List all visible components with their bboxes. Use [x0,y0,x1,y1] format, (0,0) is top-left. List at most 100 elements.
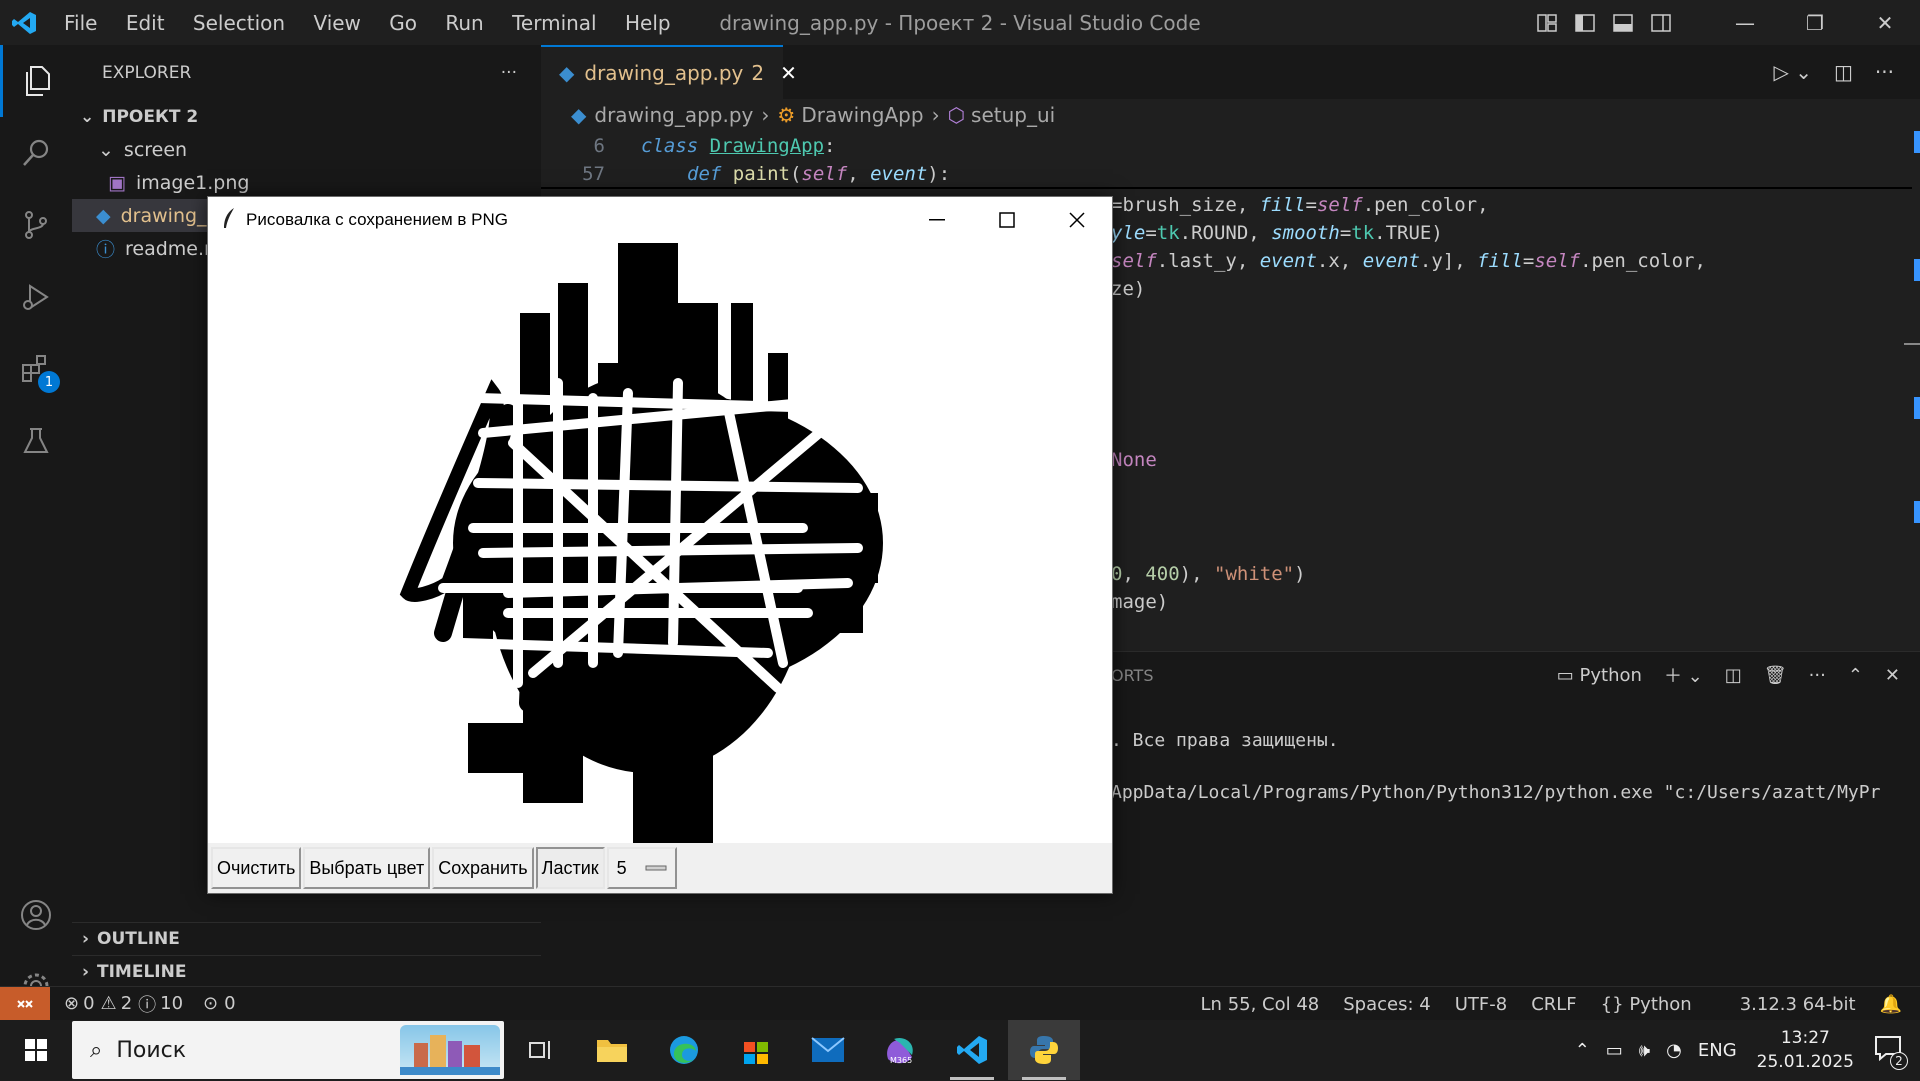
customize-layout-icon[interactable] [1528,0,1566,45]
sticky-line-def: def paint(self, event): [687,163,951,185]
close-tab-icon[interactable]: ✕ [780,61,797,85]
microsoft-store-icon[interactable] [720,1020,792,1080]
chevron-down-icon: ⌄ [80,106,95,127]
wifi-icon[interactable]: ◔ [1666,1040,1682,1061]
breadcrumb-file[interactable]: drawing_app.py [594,103,753,127]
brush-size-menu[interactable]: 5 [606,847,677,889]
minimize-icon[interactable]: — [1710,0,1780,45]
taskbar-search[interactable]: ⌕ Поиск [72,1021,504,1079]
edge-icon[interactable] [648,1020,720,1080]
m365-copilot-icon[interactable]: M365 [864,1020,936,1080]
search-icon[interactable] [0,117,72,189]
tk-close-icon[interactable] [1042,197,1112,243]
indentation[interactable]: Spaces: 4 [1343,994,1430,1015]
problem-count: 2 [751,61,765,85]
clock[interactable]: 13:27 25.01.2025 [1757,1026,1854,1074]
tab-drawing-app[interactable]: ◆ drawing_app.py 2 ✕ [541,45,797,99]
split-editor-icon[interactable]: ◫ [1834,60,1853,84]
breadcrumb-class[interactable]: DrawingApp [801,103,923,127]
choose-color-button[interactable]: Выбрать цвет [303,847,431,889]
breadcrumb-method[interactable]: setup_ui [971,103,1055,127]
accounts-icon[interactable] [0,879,72,951]
scrollbar[interactable] [1904,131,1920,651]
timeline-section[interactable]: › TIMELINE [72,955,541,988]
terminal-line: AppData/Local/Programs/Python/Python312/… [1111,782,1881,803]
menu-view[interactable]: View [313,11,360,35]
python-interpreter[interactable]: 3.12.3 64-bit [1740,994,1856,1015]
close-icon[interactable]: ✕ [1850,0,1920,45]
menu-go[interactable]: Go [389,11,417,35]
run-debug-icon[interactable] [0,261,72,333]
menu-file[interactable]: File [64,11,97,35]
testing-icon[interactable] [0,405,72,477]
more-actions-icon[interactable]: ··· [1875,60,1894,84]
class-icon: ⚙ [777,103,796,127]
image-file-icon: ▣ [108,171,126,194]
encoding[interactable]: UTF-8 [1455,994,1507,1015]
mail-icon[interactable] [792,1020,864,1080]
feather-icon [222,207,236,234]
input-language[interactable]: ENG [1698,1040,1737,1061]
toggle-primary-sidebar-icon[interactable] [1566,0,1604,45]
toggle-secondary-sidebar-icon[interactable] [1642,0,1680,45]
eraser-button[interactable]: Ластик [535,847,605,889]
show-hidden-icons[interactable]: ⌃ [1575,1040,1590,1061]
notification-count: 2 [1890,1051,1908,1070]
menu-edit[interactable]: Edit [126,11,165,35]
menu-selection[interactable]: Selection [193,11,285,35]
source-control-icon[interactable] [0,189,72,261]
python-file-icon: ◆ [571,103,587,127]
method-icon: ⬡ [947,103,966,127]
outline-section[interactable]: › OUTLINE [72,922,541,955]
battery-icon[interactable]: ▭ [1606,1040,1623,1061]
vscode-logo-icon [0,0,48,45]
save-button[interactable]: Сохранить [432,847,534,889]
drawing-app-titlebar[interactable]: Рисовалка с сохранением в PNG [208,197,1112,243]
start-windows-icon[interactable] [0,1020,72,1080]
file-explorer-icon[interactable] [576,1020,648,1080]
python-file-icon: ◆ [96,204,111,227]
extensions-icon[interactable]: 1 [0,333,72,405]
line-ending[interactable]: CRLF [1531,994,1576,1015]
tk-maximize-icon[interactable] [972,197,1042,243]
remote-icon[interactable] [0,986,50,1021]
cursor-position[interactable]: Ln 55, Col 48 [1201,994,1320,1015]
tab-ports[interactable]: ORTS [1111,666,1153,685]
chevron-right-icon: › [761,103,770,127]
explorer-title: EXPLORER [102,62,192,83]
file-image1[interactable]: ▣ image1.png [72,166,541,199]
folder-screen[interactable]: ⌄ screen [72,133,541,166]
project-folder[interactable]: ⌄ ПРОЕКТ 2 [72,100,541,133]
menu-terminal[interactable]: Terminal [512,11,597,35]
vscode-taskbar-icon[interactable] [936,1020,1008,1080]
restore-icon[interactable]: ❐ [1780,0,1850,45]
extensions-badge: 1 [38,371,60,393]
new-terminal-icon[interactable]: ＋ ⌄ [1664,662,1703,688]
more-actions-icon[interactable]: ··· [501,63,517,83]
volume-icon[interactable]: 🕪 [1639,1040,1650,1061]
explorer-icon[interactable] [0,45,72,117]
problems-indicator[interactable]: ⊗ 0 ⚠ 2 ⓘ 10 ⊙ 0 [64,991,236,1017]
terminal-selector[interactable]: ▭ Python [1557,665,1642,686]
clear-button[interactable]: Очистить [211,847,302,889]
toggle-panel-icon[interactable] [1604,0,1642,45]
drawing-toolbar: Очистить Выбрать цвет Сохранить Ластик 5 [208,843,1112,893]
more-actions-icon[interactable]: ··· [1809,665,1826,686]
split-terminal-icon[interactable]: ◫ [1725,665,1742,686]
trash-icon[interactable]: 🗑 [1764,665,1787,686]
tk-minimize-icon[interactable] [902,197,972,243]
search-icon: ⌕ [90,1037,103,1063]
menu-run[interactable]: Run [445,11,483,35]
run-python-file-icon[interactable]: ▷ ⌄ [1774,60,1813,84]
svg-text:M365: M365 [890,1056,912,1065]
drawing-canvas[interactable] [208,243,1112,843]
task-view-icon[interactable] [504,1020,576,1080]
maximize-panel-icon[interactable]: ⌃ [1848,665,1863,686]
sticky-scroll: 6 class DrawingApp: 57 def paint(self, e… [541,131,1920,189]
bell-icon[interactable]: 🔔 [1880,994,1902,1015]
python-app-taskbar-icon[interactable] [1008,1020,1080,1080]
close-panel-icon[interactable]: ✕ [1885,665,1900,686]
language-mode[interactable]: {} Python [1601,994,1716,1015]
notification-center-icon[interactable]: 2 [1874,1035,1908,1070]
menu-help[interactable]: Help [625,11,671,35]
